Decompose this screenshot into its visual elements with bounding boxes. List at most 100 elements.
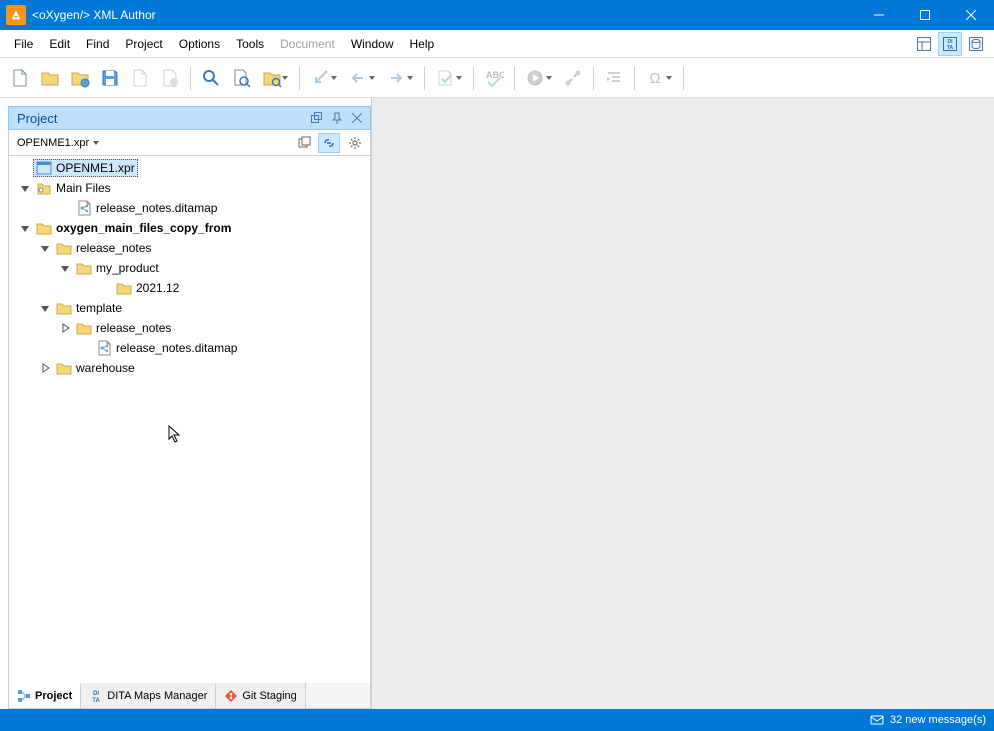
project-panel-title: Project xyxy=(17,111,306,126)
search-button[interactable] xyxy=(197,64,225,92)
menu-find[interactable]: Find xyxy=(78,33,117,55)
tab-git-staging[interactable]: Git Staging xyxy=(216,683,305,708)
save-all-button[interactable] xyxy=(126,64,154,92)
dita-icon: DITA xyxy=(89,689,103,703)
editor-area xyxy=(372,98,994,709)
menu-project[interactable]: Project xyxy=(117,33,170,55)
transform-button[interactable] xyxy=(521,64,557,92)
tree-label: release_notes.ditamap xyxy=(116,341,237,355)
tree-row[interactable]: release_notes.ditamap xyxy=(9,198,370,218)
tree-label: Main Files xyxy=(56,181,111,195)
folder-icon xyxy=(116,280,132,296)
tab-label: Git Staging xyxy=(242,690,296,702)
minimize-button[interactable] xyxy=(856,0,902,30)
tree-label: 2021.12 xyxy=(136,281,179,295)
folder-icon xyxy=(76,320,92,336)
dita-perspective-icon[interactable]: DITA xyxy=(938,32,962,56)
mainfiles-icon xyxy=(36,180,52,196)
menu-help[interactable]: Help xyxy=(402,33,443,55)
folder-icon xyxy=(56,360,72,376)
tree-row[interactable]: release_notes.ditamap xyxy=(9,338,370,358)
find-in-files-button[interactable] xyxy=(227,64,255,92)
mouse-cursor-icon xyxy=(168,425,184,445)
tab-project[interactable]: Project xyxy=(9,682,81,708)
scenario-button[interactable] xyxy=(306,64,342,92)
tree-row[interactable]: warehouse xyxy=(9,358,370,378)
menu-file[interactable]: File xyxy=(6,33,41,55)
title-bar: <oXygen/> XML Author xyxy=(0,0,994,30)
link-editor-button[interactable] xyxy=(318,133,340,153)
collapse-all-button[interactable] xyxy=(294,133,316,153)
tree-row[interactable]: release_notes xyxy=(9,318,370,338)
back-button[interactable] xyxy=(344,64,380,92)
validate-button[interactable] xyxy=(431,64,467,92)
tab-dita-maps-manager[interactable]: DITADITA Maps Manager xyxy=(81,683,216,708)
browse-button[interactable] xyxy=(257,64,293,92)
menu-options[interactable]: Options xyxy=(171,33,228,55)
menu-edit[interactable]: Edit xyxy=(41,33,78,55)
project-panel-header: Project xyxy=(8,106,371,130)
svg-text:TA: TA xyxy=(947,45,954,51)
save-button[interactable] xyxy=(96,64,124,92)
project-selector-bar: OPENME1.xpr xyxy=(8,130,371,156)
print-button[interactable] xyxy=(156,64,184,92)
ditamap-icon xyxy=(96,340,112,356)
pin-panel-icon[interactable] xyxy=(328,109,346,127)
new-file-button[interactable] xyxy=(6,64,34,92)
tree-label: template xyxy=(76,301,122,315)
expand-icon[interactable] xyxy=(39,362,51,374)
menu-tools[interactable]: Tools xyxy=(228,33,272,55)
menu-window[interactable]: Window xyxy=(343,33,402,55)
collapse-icon[interactable] xyxy=(39,302,51,314)
project-icon xyxy=(36,160,52,176)
tree-row[interactable]: release_notes xyxy=(9,238,370,258)
ditamap-icon xyxy=(76,200,92,216)
indent-button[interactable] xyxy=(600,64,628,92)
status-messages[interactable]: 32 new message(s) xyxy=(890,714,986,726)
panel-settings-button[interactable] xyxy=(344,133,366,153)
app-icon xyxy=(6,5,26,25)
forward-button[interactable] xyxy=(382,64,418,92)
tree-row[interactable]: my_product xyxy=(9,258,370,278)
db-perspective-icon[interactable] xyxy=(964,32,988,56)
menu-document: Document xyxy=(272,33,343,55)
panel-tabs: Project DITADITA Maps Manager Git Staging xyxy=(8,683,371,709)
tree-label: release_notes.ditamap xyxy=(96,201,217,215)
tree-label: release_notes xyxy=(96,321,171,335)
tree-label: oxygen_main_files_copy_from xyxy=(56,221,231,235)
open-file-button[interactable] xyxy=(36,64,64,92)
message-icon[interactable] xyxy=(870,713,884,727)
collapse-icon[interactable] xyxy=(19,222,31,234)
collapse-icon[interactable] xyxy=(19,182,31,194)
tab-label: Project xyxy=(35,690,72,702)
project-tree[interactable]: OPENME1.xpr Main Files release_notes.ditam… xyxy=(8,156,371,683)
folder-icon xyxy=(36,220,52,236)
window-title: <oXygen/> XML Author xyxy=(32,8,156,22)
tree-row[interactable]: template xyxy=(9,298,370,318)
tree-label: warehouse xyxy=(76,361,135,375)
open-url-button[interactable] xyxy=(66,64,94,92)
tree-label: OPENME1.xpr xyxy=(56,161,135,175)
collapse-icon[interactable] xyxy=(59,262,71,274)
folder-icon xyxy=(56,300,72,316)
folder-icon xyxy=(56,240,72,256)
close-button[interactable] xyxy=(948,0,994,30)
git-icon xyxy=(224,689,238,703)
svg-text:DI: DI xyxy=(93,691,99,697)
perspective-layout-icon[interactable] xyxy=(912,32,936,56)
expand-icon[interactable] xyxy=(59,322,71,334)
tree-row[interactable]: Main Files xyxy=(9,178,370,198)
restore-panel-icon[interactable] xyxy=(308,109,326,127)
tree-row[interactable]: 2021.12 xyxy=(9,278,370,298)
menu-bar: FileEditFindProjectOptionsToolsDocumentW… xyxy=(0,30,994,58)
tree-row[interactable]: oxygen_main_files_copy_from xyxy=(9,218,370,238)
tree-icon xyxy=(17,689,31,703)
tree-row[interactable]: OPENME1.xpr xyxy=(9,158,370,178)
close-panel-icon[interactable] xyxy=(348,109,366,127)
spellcheck-button[interactable]: ABC xyxy=(480,64,508,92)
symbol-button[interactable]: Ω xyxy=(641,64,677,92)
configure-transform-button[interactable] xyxy=(559,64,587,92)
collapse-icon[interactable] xyxy=(39,242,51,254)
project-selector[interactable]: OPENME1.xpr xyxy=(13,135,103,151)
maximize-button[interactable] xyxy=(902,0,948,30)
